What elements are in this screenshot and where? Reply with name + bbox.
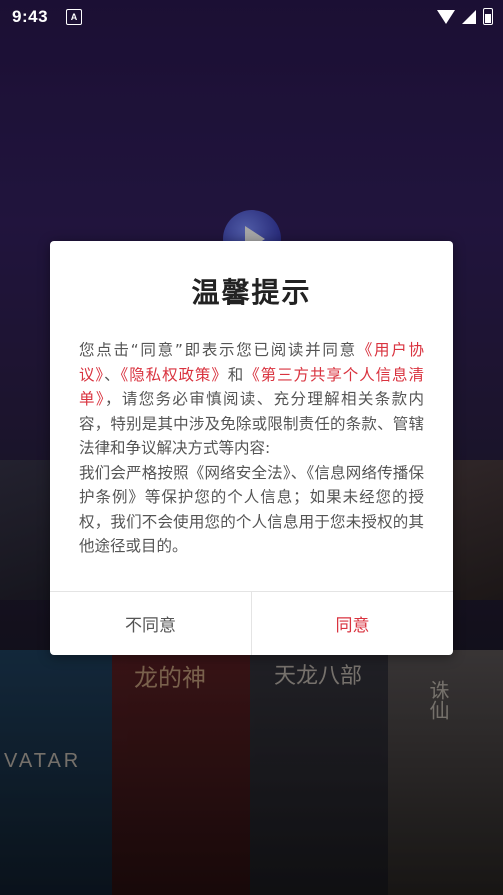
wifi-icon [437, 9, 455, 24]
dialog-actions: 不同意 同意 [50, 591, 453, 655]
agree-button[interactable]: 同意 [252, 592, 453, 655]
dialog-body: 您点击“同意”即表示您已阅读并同意《用户协议》、《隐私权政策》和《第三方共享个人… [79, 338, 424, 559]
separator-1: 、 [104, 365, 121, 384]
separator-2: 和 [227, 365, 245, 384]
status-bar: 9:43 A [0, 0, 503, 34]
a-box-icon: A [66, 9, 82, 25]
status-time: 9:43 [12, 7, 49, 26]
privacy-policy-link[interactable]: 《隐私权政策》 [121, 366, 228, 384]
body-intro: 您点击“同意”即表示您已阅读并同意 [79, 341, 357, 359]
battery-icon [483, 8, 493, 25]
body-closing: 我们会严格按照《网络安全法》、《信息网络传播保护条例》等保护您的个人信息；如果未… [79, 463, 424, 556]
dialog-title: 温馨提示 [191, 276, 312, 309]
system-icons [437, 8, 493, 25]
body-middle: ，请您务必审慎阅读、充分理解相关条款内容，特别是其中涉及免除或限制责任的条款、管… [79, 390, 424, 457]
disagree-button[interactable]: 不同意 [50, 592, 252, 655]
signal-icon [462, 9, 476, 24]
privacy-dialog: 温馨提示 您点击“同意”即表示您已阅读并同意《用户协议》、《隐私权政策》和《第三… [50, 241, 453, 655]
